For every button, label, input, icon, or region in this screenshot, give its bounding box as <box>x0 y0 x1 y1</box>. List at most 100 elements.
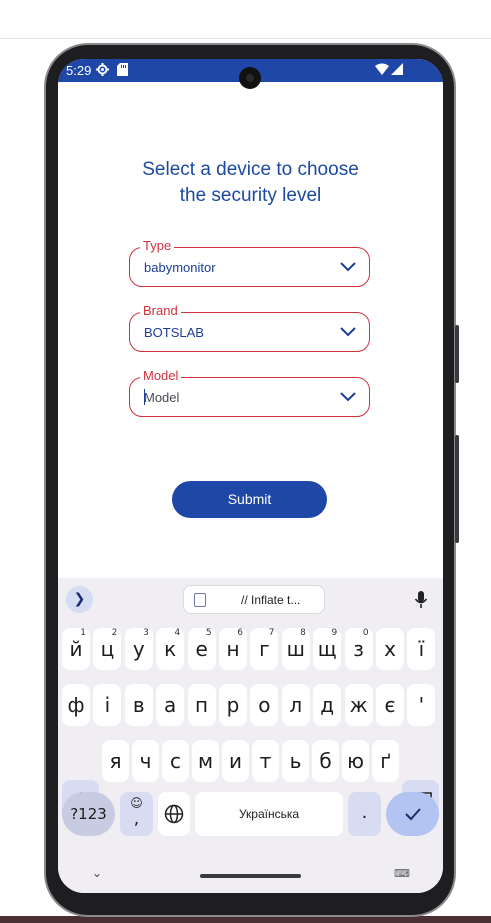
signal-icon <box>391 63 403 78</box>
microphone-icon[interactable] <box>414 590 428 610</box>
model-input[interactable]: Model Model <box>129 368 370 417</box>
key-row1[interactable]: к4 <box>156 628 185 670</box>
home-gesture-bar[interactable] <box>200 874 301 878</box>
key-char: х <box>384 637 396 661</box>
key-row2[interactable]: ф <box>62 684 90 726</box>
key-row3[interactable]: ю <box>342 740 369 782</box>
key-char: і <box>104 693 111 717</box>
brand-dropdown[interactable]: Brand BOTSLAB <box>129 303 370 352</box>
clipboard-icon <box>194 593 206 607</box>
submit-button[interactable]: Submit <box>172 481 327 518</box>
key-row1[interactable]: ш8 <box>281 628 310 670</box>
key-row1[interactable]: г7 <box>250 628 279 670</box>
key-char: г <box>259 637 270 661</box>
comma-label: , <box>133 809 140 829</box>
key-row1[interactable]: щ9 <box>313 628 342 670</box>
on-screen-keyboard: ❯ // Inflate t... ?123 ☺ , Українська . … <box>58 578 443 893</box>
wifi-icon <box>375 63 389 78</box>
key-row2[interactable]: ' <box>407 684 436 726</box>
key-row1[interactable]: й1 <box>62 628 90 670</box>
settings-gear-icon <box>96 63 109 79</box>
key-row1[interactable]: ц2 <box>93 628 122 670</box>
clipboard-suggestion[interactable]: // Inflate t... <box>183 585 325 614</box>
space-key[interactable]: Українська <box>195 792 343 836</box>
globe-icon <box>164 804 184 824</box>
type-label: Type <box>140 238 175 254</box>
key-row3[interactable]: ґ <box>372 740 399 782</box>
page-title: Select a device to choose the security l… <box>58 157 443 209</box>
key-row2[interactable]: ж <box>344 684 373 726</box>
key-row1[interactable]: е5 <box>187 628 216 670</box>
key-row2[interactable]: в <box>124 684 153 726</box>
key-char: и <box>229 749 242 773</box>
key-number-hint: 5 <box>205 628 212 638</box>
language-key[interactable] <box>158 792 190 836</box>
key-row3[interactable]: и <box>222 740 249 782</box>
enter-key[interactable] <box>386 792 439 836</box>
status-time: 5:29 <box>66 63 92 78</box>
keyboard-toolbar: ❯ // Inflate t... <box>58 578 443 622</box>
key-char: е <box>195 637 208 661</box>
type-dropdown[interactable]: Type babymonitor <box>129 238 370 287</box>
key-row3[interactable]: ь <box>282 740 309 782</box>
key-row1[interactable]: н6 <box>219 628 247 670</box>
symbols-key[interactable]: ?123 <box>62 792 115 836</box>
brand-label: Brand <box>140 303 181 319</box>
key-row2[interactable]: є <box>376 684 404 726</box>
type-value: babymonitor <box>144 260 216 275</box>
key-number-hint: 3 <box>143 628 149 638</box>
key-char: є <box>384 693 396 717</box>
expand-toolbar-button[interactable]: ❯ <box>66 586 93 613</box>
key-char: м <box>197 749 214 773</box>
key-row2[interactable]: л <box>281 684 310 726</box>
key-row3[interactable]: ч <box>132 740 159 782</box>
key-row2[interactable]: і <box>93 684 122 726</box>
key-row2[interactable]: р <box>219 684 247 726</box>
key-row3[interactable]: с <box>162 740 189 782</box>
emoji-comma-key[interactable]: ☺ , <box>120 792 153 836</box>
key-char: с <box>170 749 181 773</box>
key-char: а <box>164 693 177 717</box>
key-row3[interactable]: я <box>102 740 129 782</box>
title-line-2: the security level <box>179 185 322 206</box>
key-char: ф <box>67 693 85 717</box>
key-char: ч <box>139 749 152 773</box>
key-row2[interactable]: о <box>250 684 279 726</box>
power-button <box>455 435 459 543</box>
key-char: щ <box>317 637 337 661</box>
navigation-bar: ⌄ ⌨ <box>58 860 443 893</box>
keyboard-switch-icon[interactable]: ⌨ <box>394 867 410 880</box>
key-row1[interactable]: з0 <box>344 628 373 670</box>
key-row1[interactable]: х <box>376 628 404 670</box>
desktop-strip <box>0 916 491 923</box>
key-char: я <box>109 749 122 773</box>
key-number-hint: 0 <box>362 628 369 638</box>
key-char: ц <box>100 637 115 661</box>
hide-keyboard-icon[interactable]: ⌄ <box>92 866 102 880</box>
title-line-1: Select a device to choose <box>142 159 359 180</box>
key-number-hint: 4 <box>174 628 181 638</box>
period-key[interactable]: . <box>348 792 381 836</box>
key-char: в <box>132 693 145 717</box>
key-char: о <box>258 693 271 717</box>
model-label: Model <box>140 368 182 384</box>
key-row3[interactable]: б <box>312 740 339 782</box>
phone-screen: 5:29 Select a device to choose the secur… <box>58 59 443 893</box>
key-row2[interactable]: а <box>156 684 185 726</box>
key-row3[interactable]: т <box>252 740 279 782</box>
key-char: ' <box>418 693 425 717</box>
key-char: т <box>259 749 272 773</box>
key-row1[interactable]: ї <box>407 628 436 670</box>
volume-button <box>455 325 459 383</box>
chevron-down-icon <box>340 327 356 337</box>
key-row3[interactable]: м <box>192 740 219 782</box>
key-row2[interactable]: д <box>313 684 342 726</box>
chevron-down-icon <box>340 262 356 272</box>
key-char: з <box>353 637 364 661</box>
key-row2[interactable]: п <box>187 684 216 726</box>
key-char: л <box>289 693 303 717</box>
top-divider <box>0 38 491 39</box>
key-row1[interactable]: у3 <box>124 628 153 670</box>
key-char: р <box>226 693 240 717</box>
key-char: ґ <box>380 749 391 773</box>
